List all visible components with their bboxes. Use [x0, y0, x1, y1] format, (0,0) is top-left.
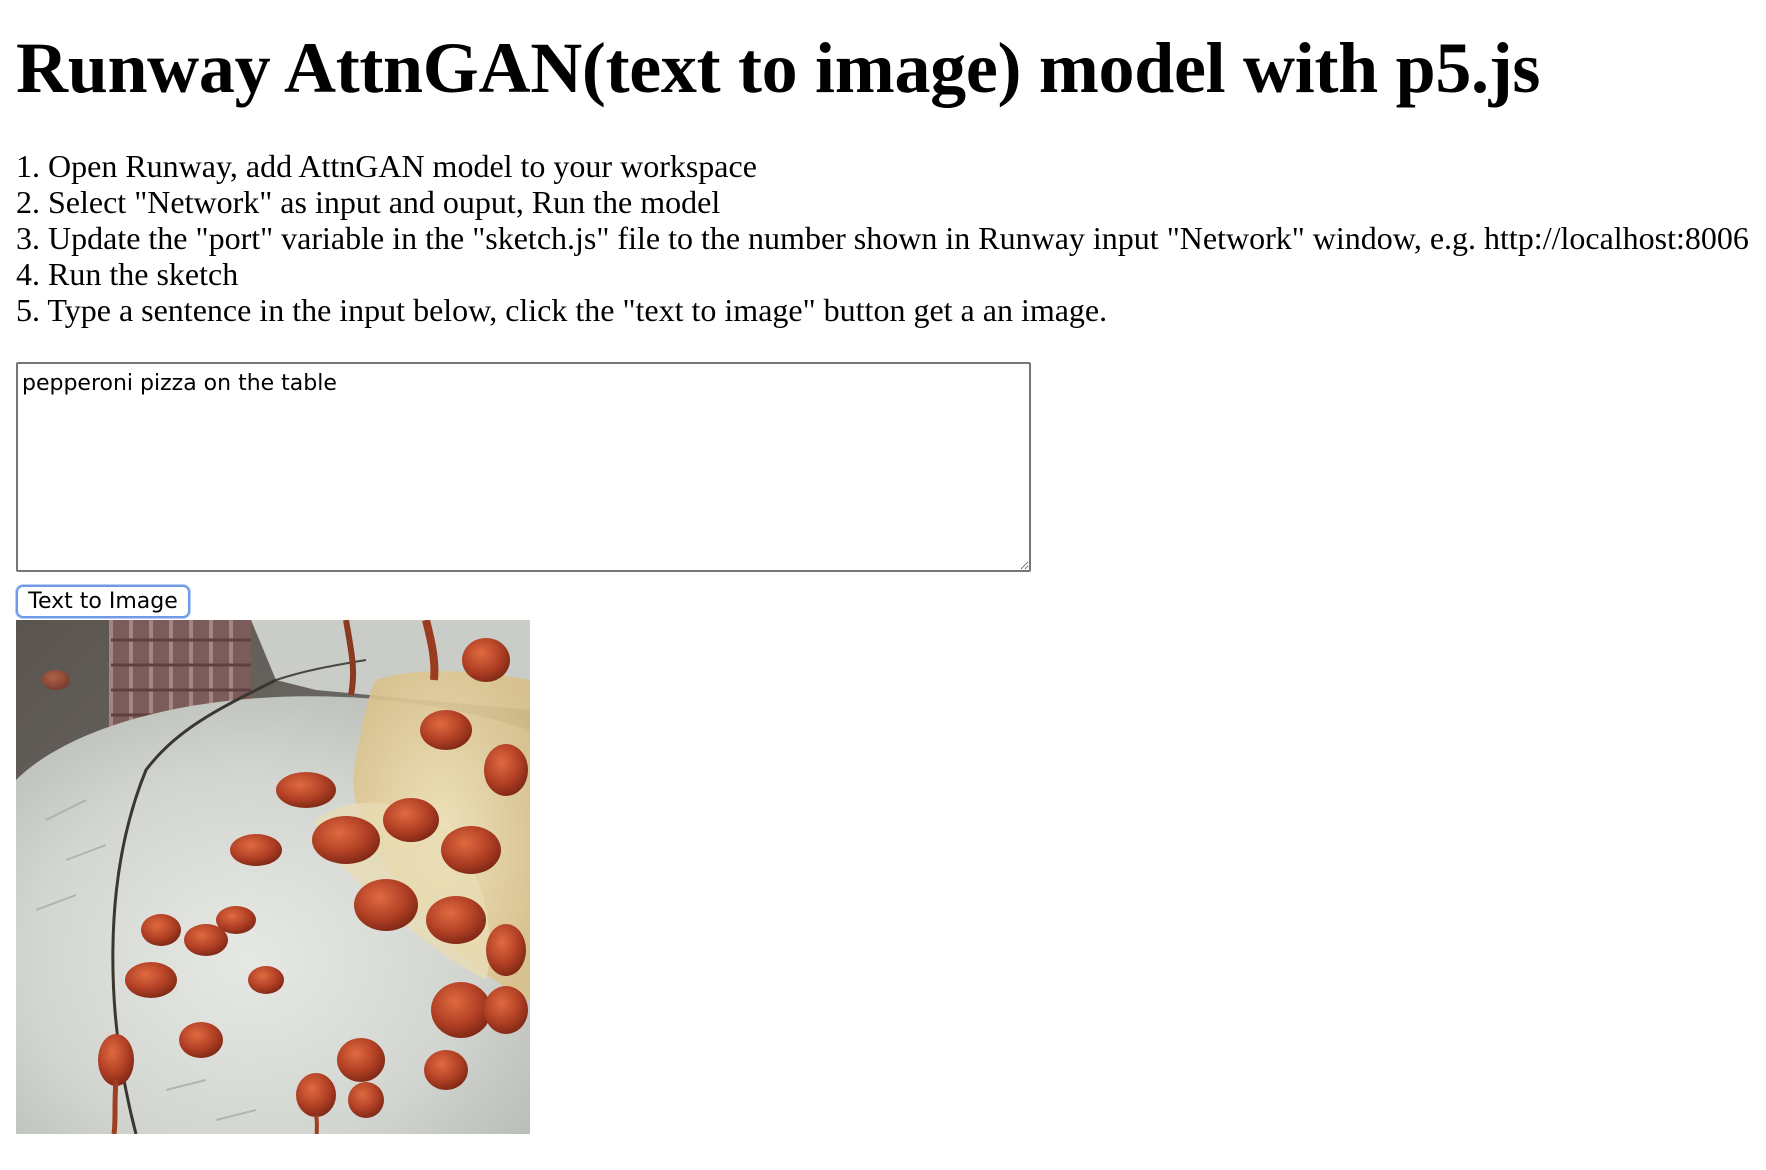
generated-pizza-image: [16, 620, 530, 1134]
instruction-step-1: 1. Open Runway, add AttnGAN model to you…: [16, 148, 757, 184]
instruction-step-3: 3. Update the "port" variable in the "sk…: [16, 220, 1749, 256]
instruction-step-5: 5. Type a sentence in the input below, c…: [16, 292, 1108, 328]
instruction-list: 1. Open Runway, add AttnGAN model to you…: [16, 148, 1749, 328]
text-to-image-button[interactable]: Text to Image: [16, 585, 190, 618]
prompt-textarea[interactable]: pepperoni pizza on the table: [16, 362, 1031, 572]
instruction-step-4: 4. Run the sketch: [16, 256, 239, 292]
page-title: Runway AttnGAN(text to image) model with…: [16, 28, 1541, 108]
instruction-step-2: 2. Select "Network" as input and ouput, …: [16, 184, 721, 220]
